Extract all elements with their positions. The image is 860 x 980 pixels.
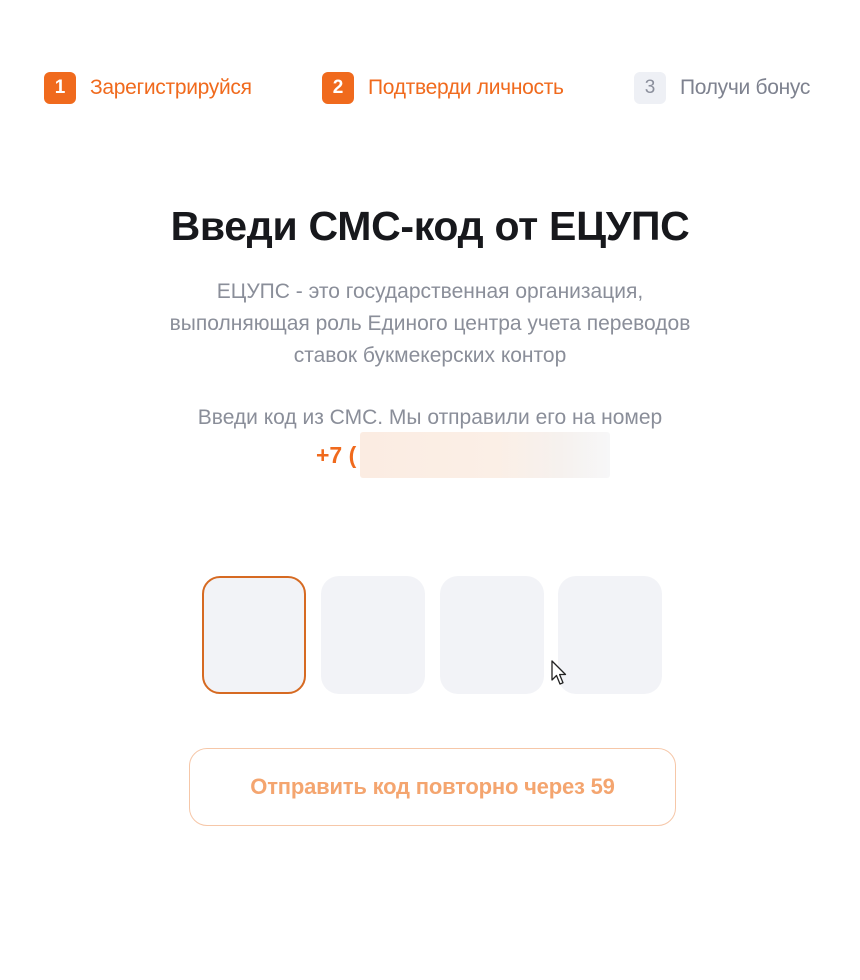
step-label: Подтверди личность [368,76,564,99]
page-title: Введи СМС-код от ЕЦУПС [170,203,690,249]
code-digit-input-4[interactable] [558,576,662,694]
resend-code-button[interactable]: Отправить код повторно через 59 [189,748,676,826]
step-confirm-identity: 2 Подтверди личность [322,72,564,104]
sms-sent-notice: Введи код из СМС. Мы отправили его на но… [197,406,663,429]
description-text: ЕЦУПС - это государственная организация,… [80,276,780,372]
phone-prefix: +7 ( [316,441,357,468]
step-label: Получи бонус [680,76,811,99]
step-number-badge: 3 [634,72,666,104]
code-digit-input-3[interactable] [440,576,544,694]
step-number-badge: 2 [322,72,354,104]
code-digit-input-2[interactable] [321,576,425,694]
progress-stepper: 1 Зарегистрируйся 2 Подтверди личность 3… [0,0,860,120]
description-line: ставок букмекерских контор [293,344,567,367]
step-label: Зарегистрируйся [90,76,252,99]
mouse-pointer-icon [551,660,567,685]
description-line: ЕЦУПС - это государственная организация, [216,280,644,303]
description-line: выполняющая роль Единого центра учета пе… [169,312,691,335]
step-register: 1 Зарегистрируйся [44,72,252,104]
phone-number: +7 ( [316,432,610,478]
step-get-bonus: 3 Получи бонус [634,72,810,104]
code-digit-input-1[interactable] [202,576,306,694]
phone-number-redaction [360,432,610,478]
sms-code-input [202,576,664,696]
step-number-badge: 1 [44,72,76,104]
